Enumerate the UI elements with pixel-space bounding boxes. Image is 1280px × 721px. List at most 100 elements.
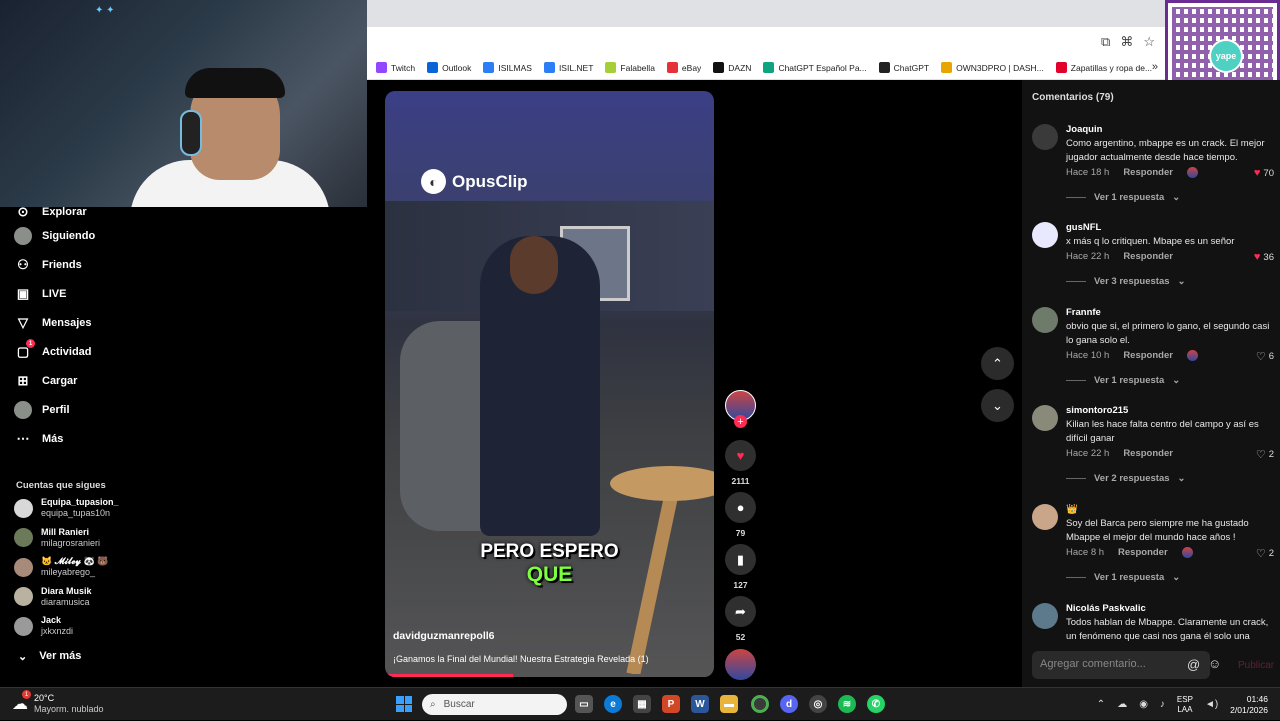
bookmark-item[interactable]: ISIL.NET xyxy=(538,62,599,73)
view-replies-button[interactable]: Ver 2 respuestas ⌄ xyxy=(1066,473,1186,484)
onedrive-icon[interactable]: ☁ xyxy=(1117,699,1127,710)
app-icon[interactable]: ◎ xyxy=(809,695,827,713)
bookmark-item[interactable]: ChatGPT xyxy=(873,62,935,73)
following-account[interactable]: Mill Ranieri milagrosranieri xyxy=(14,527,100,549)
translate-icon[interactable]: ⌘ xyxy=(1120,34,1133,50)
comment-action[interactable]: ● 79 xyxy=(725,492,756,538)
bookmarks-overflow-icon[interactable]: » xyxy=(1152,61,1158,73)
comment-avatar[interactable] xyxy=(1032,124,1058,150)
reply-button[interactable]: Responder xyxy=(1118,547,1168,558)
reply-button[interactable]: Responder xyxy=(1123,251,1173,262)
comment-like-button[interactable]: ♥ 36 xyxy=(1254,251,1274,263)
bookmark-star-icon[interactable]: ☆ xyxy=(1143,34,1155,50)
sidebar-item-cargar[interactable]: ⊞ Cargar xyxy=(14,372,78,390)
chevron-up-icon[interactable]: ⌃ xyxy=(1097,699,1105,710)
bookmark-icon[interactable]: ▮ xyxy=(725,544,756,575)
share-icon[interactable]: ➦ xyxy=(725,596,756,627)
comment-avatar[interactable] xyxy=(1032,504,1058,530)
comment-like-button[interactable]: ♡ 6 xyxy=(1256,350,1274,363)
edge-icon[interactable]: e xyxy=(604,695,622,713)
install-app-icon[interactable]: ⧉ xyxy=(1101,34,1110,50)
following-account[interactable]: Jack jxkxnzdi xyxy=(14,615,73,637)
reply-button[interactable]: Responder xyxy=(1123,350,1173,361)
spotify-icon[interactable]: ≋ xyxy=(838,695,856,713)
bookmark-item[interactable]: ChatGPT Español Pa... xyxy=(757,62,872,73)
mention-icon[interactable]: @ xyxy=(1187,657,1200,672)
clock[interactable]: 01:46 2/01/2026 xyxy=(1230,694,1268,716)
bookmark-item[interactable]: DAZN xyxy=(707,62,757,73)
comment-like-button[interactable]: ♡ 2 xyxy=(1256,547,1274,560)
sidebar-item-mensajes[interactable]: ▽ Mensajes xyxy=(14,314,92,332)
comment-avatar[interactable] xyxy=(1032,405,1058,431)
video-player[interactable]: ◐ OpusClip PERO ESPERO QUE davidguzmanre… xyxy=(385,91,714,677)
share-action[interactable]: ➦ 52 xyxy=(725,596,756,642)
comment-like-button[interactable]: ♡ 2 xyxy=(1256,448,1274,461)
video-progress-bar[interactable] xyxy=(385,674,714,677)
comment-text: Soy del Barca pero siempre me ha gustado… xyxy=(1066,518,1249,543)
comment-username[interactable]: gusNFL xyxy=(1066,222,1101,233)
view-replies-button[interactable]: Ver 1 respuesta ⌄ xyxy=(1066,192,1180,203)
comment-username[interactable]: 👑 xyxy=(1066,504,1078,515)
see-more-link[interactable]: ⌄ Ver más xyxy=(18,650,81,663)
emoji-icon[interactable]: ☺ xyxy=(1208,656,1221,671)
video-progress-fill xyxy=(385,674,514,677)
task-view-icon[interactable]: ▭ xyxy=(575,695,593,713)
comment-username[interactable]: Joaquin xyxy=(1066,124,1102,135)
comment-username[interactable]: Nicolás Paskvalic xyxy=(1066,603,1146,614)
chrome-icon[interactable] xyxy=(751,695,769,713)
bookmark-item[interactable]: OWN3DPRO | DASH... xyxy=(935,62,1050,73)
sound-avatar[interactable] xyxy=(725,649,756,680)
previous-video-button[interactable]: ⌃ xyxy=(981,347,1014,380)
file-explorer-icon[interactable]: ▬ xyxy=(720,695,738,713)
heart-icon[interactable]: ♥ xyxy=(725,440,756,471)
bookmark-item[interactable]: Zapatillas y ropa de... xyxy=(1050,62,1158,73)
bookmark-item[interactable]: Outlook xyxy=(421,62,477,73)
app-tray-icon[interactable]: ◉ xyxy=(1139,699,1148,710)
reply-button[interactable]: Responder xyxy=(1123,167,1173,178)
view-replies-button[interactable]: Ver 1 respuesta ⌄ xyxy=(1066,572,1180,583)
comment-avatar[interactable] xyxy=(1032,603,1058,629)
microphone-icon[interactable]: ♪ xyxy=(1160,699,1165,710)
bookmark-item[interactable]: eBay xyxy=(661,62,707,73)
bookmark-item[interactable]: Falabella xyxy=(599,62,661,73)
address-bar[interactable]: ⧉ ⌘ ☆ xyxy=(367,27,1280,56)
discord-icon[interactable]: d xyxy=(780,695,798,713)
sidebar-item-actividad[interactable]: ▢ 1 Actividad xyxy=(14,339,92,361)
word-icon[interactable]: W xyxy=(691,695,709,713)
save-action[interactable]: ▮ 127 xyxy=(725,544,756,590)
start-button[interactable] xyxy=(396,696,412,712)
comment-input[interactable]: Agregar comentario... xyxy=(1032,651,1210,679)
volume-icon[interactable]: ◄) xyxy=(1205,699,1218,710)
sidebar-item-perfil[interactable]: Perfil xyxy=(14,401,70,419)
comment-avatar[interactable] xyxy=(1032,222,1058,248)
reply-button[interactable]: Responder xyxy=(1123,448,1173,459)
video-author[interactable]: davidguzmanrepoll6 xyxy=(393,630,495,642)
powerpoint-icon[interactable]: P xyxy=(662,695,680,713)
view-replies-button[interactable]: Ver 1 respuesta ⌄ xyxy=(1066,375,1180,386)
store-icon[interactable]: ▦ xyxy=(633,695,651,713)
view-replies-button[interactable]: Ver 3 respuestas ⌄ xyxy=(1066,276,1186,287)
sidebar-item-live[interactable]: ▣ LIVE xyxy=(14,285,67,303)
following-account[interactable]: Diara Musik diaramusica xyxy=(14,586,92,608)
like-action[interactable]: ♥ 2111 xyxy=(725,440,756,486)
comment-icon[interactable]: ● xyxy=(725,492,756,523)
language-indicator[interactable]: ESP LAA xyxy=(1177,695,1193,715)
bookmark-item[interactable]: ISILMAS xyxy=(477,62,538,73)
comment-username[interactable]: simontoro215 xyxy=(1066,405,1128,416)
following-account[interactable]: 🐱 𝓜𝓲𝓵𝓮𝔂 🐼 🐻 mileyabrego_ xyxy=(14,556,108,578)
whatsapp-icon[interactable]: ✆ xyxy=(867,695,885,713)
comment-username[interactable]: Frannfe xyxy=(1066,307,1101,318)
bookmark-item[interactable]: Twitch xyxy=(370,62,421,73)
sidebar-item-más[interactable]: ⋯ Más xyxy=(14,430,64,448)
follow-plus-icon[interactable]: + xyxy=(734,415,747,428)
post-button[interactable]: Publicar xyxy=(1238,660,1274,671)
following-account[interactable]: Equipa_tupasion_ equipa_tupas10n xyxy=(14,497,119,519)
comment-like-button[interactable]: ♥ 70 xyxy=(1254,167,1274,179)
next-video-button[interactable]: ⌄ xyxy=(981,389,1014,422)
sidebar-item-friends[interactable]: ⚇ Friends xyxy=(14,256,82,274)
comment-avatar[interactable] xyxy=(1032,307,1058,333)
taskbar-search[interactable]: ⌕ Buscar xyxy=(422,694,567,715)
weather-widget[interactable]: ☁ 20°C Mayorm. nublado 1 xyxy=(12,690,104,715)
sidebar-item-siguiendo[interactable]: Siguiendo xyxy=(14,227,95,245)
sidebar-item-explorar[interactable]: ⊙ Explorar xyxy=(14,203,87,221)
